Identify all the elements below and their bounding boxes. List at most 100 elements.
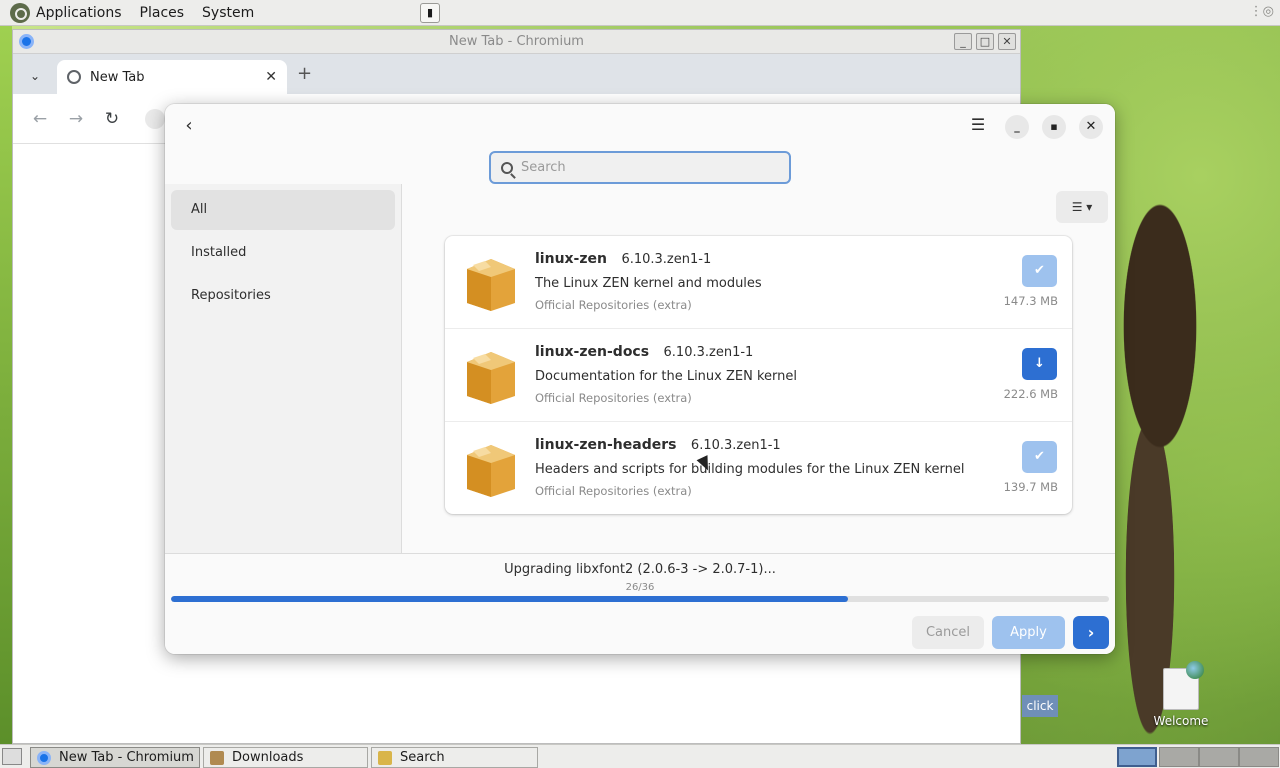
package-description: Documentation for the Linux ZEN kernel: [535, 369, 797, 384]
omnibox-site-icon[interactable]: [145, 108, 165, 129]
package-title-line: linux-zen-docs 6.10.3.zen1-1: [535, 344, 753, 360]
search-icon: [501, 161, 513, 174]
tray-network-icon[interactable]: ⋮◎: [1250, 4, 1274, 19]
chromium-titlebar[interactable]: New Tab - Chromium _ □ ✕: [13, 30, 1020, 54]
back-arrow-icon[interactable]: ←: [29, 109, 51, 129]
menu-system[interactable]: System: [193, 0, 263, 26]
package-version: 6.10.3.zen1-1: [663, 345, 754, 360]
package-description: Headers and scripts for building modules…: [535, 462, 965, 477]
forward-arrow-icon[interactable]: →: [65, 109, 87, 129]
package-name: linux-zen-headers: [535, 437, 677, 453]
document-icon: [1163, 661, 1204, 710]
taskbar-item-downloads[interactable]: Downloads: [203, 747, 368, 768]
tab-new-tab[interactable]: New Tab ✕: [57, 60, 287, 94]
package-size: 222.6 MB: [1003, 387, 1058, 401]
package-title-line: linux-zen-headers 6.10.3.zen1-1: [535, 437, 781, 453]
list-item[interactable]: linux-zen-docs 6.10.3.zen1-1 Documentati…: [445, 329, 1072, 422]
search-input[interactable]: [521, 160, 771, 175]
sidebar-item-all[interactable]: All: [171, 190, 395, 230]
back-chevron-icon[interactable]: ‹: [177, 114, 201, 138]
transaction-status: Upgrading libxfont2 (2.0.6-3 -> 2.0.7-1)…: [504, 562, 776, 577]
package-list: linux-zen 6.10.3.zen1-1 The Linux ZEN ke…: [445, 236, 1072, 514]
list-view-icon: ☰: [1071, 200, 1083, 214]
cancel-button[interactable]: Cancel: [912, 616, 984, 649]
reload-icon[interactable]: ↻: [101, 109, 123, 129]
maximize-button[interactable]: □: [976, 33, 994, 50]
package-name: linux-zen-docs: [535, 344, 650, 360]
installed-check-button[interactable]: ✔: [1022, 441, 1057, 473]
menu-applications[interactable]: Applications: [36, 0, 131, 26]
package-version: 6.10.3.zen1-1: [690, 438, 781, 453]
new-tab-button[interactable]: +: [297, 63, 312, 84]
tab-label: New Tab: [90, 69, 145, 85]
transaction-counter: 26/36: [625, 582, 655, 593]
chromium-icon: [19, 34, 34, 49]
taskbar-item-label: New Tab - Chromium: [59, 750, 194, 765]
tab-search-chevron-icon[interactable]: ⌄: [23, 64, 47, 88]
package-version: 6.10.3.zen1-1: [621, 252, 712, 267]
sidebar-item-repositories[interactable]: Repositories: [171, 276, 395, 316]
package-name: linux-zen: [535, 251, 607, 267]
workspace-4[interactable]: [1239, 747, 1279, 767]
tab-close-icon[interactable]: ✕: [265, 69, 277, 85]
show-desktop-icon[interactable]: [2, 748, 22, 765]
close-button[interactable]: ✕: [998, 33, 1016, 50]
search-field[interactable]: [489, 151, 791, 184]
package-size: 147.3 MB: [1003, 294, 1058, 308]
sidebar: All Installed Repositories: [165, 184, 402, 553]
list-item[interactable]: linux-zen 6.10.3.zen1-1 The Linux ZEN ke…: [445, 236, 1072, 329]
taskbar-item-search[interactable]: Search: [371, 747, 538, 768]
distro-logo-icon[interactable]: [10, 2, 30, 23]
minimize-button[interactable]: _: [954, 33, 972, 50]
package-title-line: linux-zen 6.10.3.zen1-1: [535, 251, 711, 267]
package-repository: Official Repositories (extra): [535, 298, 692, 312]
panel-applet-icon[interactable]: ▮: [420, 3, 440, 23]
taskbar-item-label: Search: [400, 750, 445, 765]
transaction-footer: Upgrading libxfont2 (2.0.6-3 -> 2.0.7-1)…: [165, 553, 1115, 654]
package-box-icon: [467, 259, 515, 311]
workspace-1[interactable]: [1117, 747, 1157, 767]
details-chevron-right-button[interactable]: ›: [1073, 616, 1109, 649]
chromium-icon: [37, 750, 51, 765]
click-tag: click: [1022, 695, 1058, 717]
top-panel: Applications Places System ▮ ⋮◎: [0, 0, 1280, 26]
package-manager-window: ‹ ☰ _ ▪ ✕ All Installed Repositories ☰ ▾: [165, 104, 1115, 654]
dialog-maximize-button[interactable]: ▪: [1042, 115, 1066, 139]
chromium-window-controls: _ □ ✕: [954, 33, 1016, 50]
bottom-panel: New Tab - Chromium Downloads Search: [0, 744, 1280, 768]
package-description: The Linux ZEN kernel and modules: [535, 276, 762, 291]
sidebar-item-label: Installed: [191, 245, 247, 260]
package-repository: Official Repositories (extra): [535, 391, 692, 405]
package-box-icon: [467, 445, 515, 497]
view-mode-dropdown[interactable]: ☰ ▾: [1056, 191, 1108, 223]
folder-icon: [210, 750, 224, 765]
hamburger-menu-icon[interactable]: ☰: [965, 115, 991, 137]
progress-bar: [171, 596, 1109, 602]
desktop-icon-label: Welcome: [1153, 714, 1209, 728]
globe-icon: [67, 70, 81, 84]
apply-button[interactable]: Apply: [992, 616, 1065, 649]
progress-fill: [171, 596, 849, 602]
taskbar-item-chromium[interactable]: New Tab - Chromium: [30, 747, 200, 768]
desktop-left-strip: [0, 26, 12, 744]
sidebar-item-label: Repositories: [191, 288, 271, 303]
workspace-3[interactable]: [1199, 747, 1239, 767]
package-size: 139.7 MB: [1003, 480, 1058, 494]
sidebar-item-label: All: [191, 202, 208, 217]
search-app-icon: [378, 750, 392, 765]
workspace-2[interactable]: [1159, 747, 1199, 767]
install-download-button[interactable]: ↓: [1022, 348, 1057, 380]
package-repository: Official Repositories (extra): [535, 484, 692, 498]
menu-places[interactable]: Places: [131, 0, 194, 26]
list-item[interactable]: linux-zen-headers 6.10.3.zen1-1 Headers …: [445, 422, 1072, 514]
dialog-close-button[interactable]: ✕: [1079, 115, 1103, 139]
chevron-down-icon: ▾: [1086, 200, 1093, 214]
dialog-minimize-button[interactable]: _: [1005, 115, 1029, 139]
tab-strip: ⌄ New Tab ✕ +: [13, 54, 1020, 94]
sidebar-item-installed[interactable]: Installed: [171, 233, 395, 273]
main-content: ☰ ▾ linux-zen 6.10.3.zen1-1 The Linux ZE…: [402, 184, 1115, 553]
taskbar-item-label: Downloads: [232, 750, 304, 765]
installed-check-button[interactable]: ✔: [1022, 255, 1057, 287]
desktop-icon-welcome[interactable]: Welcome: [1148, 660, 1214, 728]
package-box-icon: [467, 352, 515, 404]
